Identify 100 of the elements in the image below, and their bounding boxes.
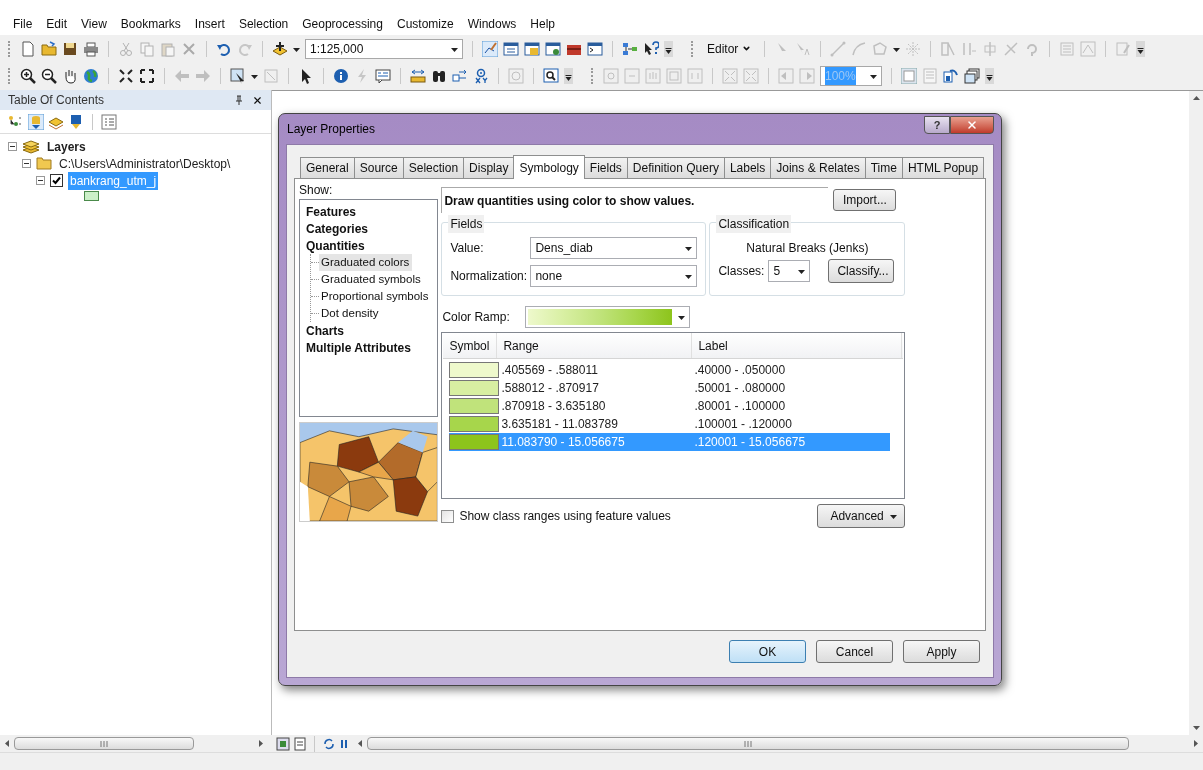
dialog-tab[interactable]: Source bbox=[353, 157, 404, 178]
dialog-button[interactable]: OK bbox=[729, 640, 806, 663]
dialog-tab[interactable]: Symbology bbox=[513, 155, 585, 179]
edit-line-icon[interactable] bbox=[482, 40, 498, 57]
dialog-tab[interactable]: Display bbox=[463, 157, 515, 178]
hand-icon[interactable] bbox=[62, 68, 78, 84]
globe-icon[interactable] bbox=[83, 68, 99, 84]
color-ramp-dropdown[interactable] bbox=[525, 305, 691, 328]
zoom-out-icon[interactable] bbox=[41, 68, 57, 84]
overflow-icon[interactable] bbox=[664, 40, 673, 57]
options-icon[interactable] bbox=[101, 113, 117, 130]
collapse-icon[interactable] bbox=[8, 142, 17, 151]
model-icon[interactable] bbox=[622, 40, 638, 57]
overflow-icon[interactable] bbox=[564, 68, 573, 84]
classes-dropdown[interactable]: 5 bbox=[768, 260, 811, 282]
column-header[interactable]: Label bbox=[692, 333, 903, 358]
renderer-category[interactable]: Charts bbox=[306, 322, 432, 339]
dialog-tab[interactable]: Definition Query bbox=[626, 157, 725, 178]
folder-icon[interactable] bbox=[41, 40, 57, 57]
dialog-tab[interactable]: Selection bbox=[402, 157, 465, 178]
target-icon[interactable] bbox=[473, 68, 489, 84]
class-symbol[interactable] bbox=[449, 380, 500, 396]
menu-item[interactable]: Help bbox=[523, 14, 563, 33]
menu-item[interactable]: Insert bbox=[187, 14, 232, 33]
menu-item[interactable]: File bbox=[0, 14, 40, 33]
renderer-category[interactable]: Features bbox=[306, 203, 432, 220]
print-icon[interactable] bbox=[83, 40, 99, 57]
menu-item[interactable]: Edit bbox=[39, 14, 75, 33]
menu-item[interactable]: View bbox=[74, 14, 114, 33]
dialog-tab[interactable]: Joins & Relates bbox=[770, 157, 866, 178]
column-header[interactable]: Symbol bbox=[443, 333, 498, 358]
data-frame-label[interactable]: Layers bbox=[45, 137, 88, 156]
class-row[interactable]: .870918 - 3.635180 .80001 - .100000 bbox=[449, 397, 891, 415]
renderer-option[interactable]: Dot density bbox=[319, 304, 382, 323]
arrows-inward-icon[interactable] bbox=[118, 68, 134, 84]
class-row[interactable]: .405569 - .588011 .40000 - .050000 bbox=[449, 361, 891, 379]
renderer-option[interactable]: Proportional symbols bbox=[319, 287, 432, 306]
scroll-thumb[interactable] bbox=[14, 737, 194, 750]
data-view-icon[interactable] bbox=[276, 735, 290, 752]
collapse-icon[interactable] bbox=[22, 159, 31, 168]
dialog-tab[interactable]: HTML Popup bbox=[901, 157, 985, 178]
change-layout-icon[interactable] bbox=[943, 68, 959, 84]
dialog-tab[interactable]: Labels bbox=[723, 157, 772, 178]
overflow-icon[interactable] bbox=[1136, 40, 1146, 57]
arrows-outward-icon[interactable] bbox=[139, 68, 155, 84]
add-data-icon[interactable] bbox=[272, 40, 288, 57]
catalog-icon[interactable] bbox=[524, 40, 540, 57]
value-dropdown[interactable]: Dens_diab bbox=[530, 236, 698, 259]
binoculars-icon[interactable] bbox=[431, 68, 447, 84]
dialog-tab[interactable]: General bbox=[300, 157, 355, 178]
column-header[interactable]: Range bbox=[497, 333, 693, 358]
folder-path[interactable]: C:\Users\Administrator\Desktop\ bbox=[57, 154, 233, 173]
advanced-button[interactable]: Advanced bbox=[817, 504, 906, 528]
help-button[interactable]: ? bbox=[924, 116, 950, 134]
renderer-option[interactable]: Graduated symbols bbox=[319, 270, 424, 289]
toggle-draft-icon[interactable] bbox=[901, 68, 917, 84]
search-window-icon[interactable] bbox=[545, 40, 561, 57]
layout-view-icon[interactable] bbox=[294, 735, 306, 752]
renderer-category[interactable]: Multiple Attributes bbox=[306, 339, 432, 356]
renderer-category[interactable]: Categories bbox=[306, 220, 432, 237]
menu-item[interactable]: Customize bbox=[389, 14, 461, 33]
editor-menu[interactable]: Editor bbox=[703, 39, 756, 58]
save-icon[interactable] bbox=[62, 40, 78, 57]
import-button[interactable]: Import... bbox=[833, 189, 897, 211]
window-icon[interactable] bbox=[503, 40, 519, 57]
class-row[interactable]: 3.635181 - 11.083789 .100001 - .120000 bbox=[449, 415, 891, 433]
info-icon[interactable] bbox=[333, 68, 349, 84]
menu-item[interactable]: Geoprocessing bbox=[295, 14, 390, 33]
route-icon[interactable] bbox=[452, 68, 468, 84]
whats-this-icon[interactable] bbox=[643, 40, 659, 57]
map-scale-field[interactable]: 1:125,000 bbox=[305, 38, 463, 59]
normalization-dropdown[interactable]: none bbox=[530, 264, 698, 287]
measure-icon[interactable] bbox=[410, 68, 426, 84]
scroll-thumb[interactable] bbox=[367, 737, 1129, 750]
select-features-icon[interactable] bbox=[230, 68, 246, 84]
collapse-icon[interactable] bbox=[36, 176, 45, 185]
classify-button[interactable]: Classify... bbox=[828, 259, 895, 283]
layer-checkbox[interactable] bbox=[50, 174, 63, 187]
menu-item[interactable]: Bookmarks bbox=[113, 14, 188, 33]
zoom-in-icon[interactable] bbox=[20, 68, 36, 84]
menu-item[interactable]: Windows bbox=[460, 14, 524, 33]
magnifier-window-icon[interactable] bbox=[543, 68, 559, 84]
close-button[interactable] bbox=[950, 116, 994, 134]
renderer-option[interactable]: Graduated colors bbox=[319, 253, 413, 272]
dialog-tab[interactable]: Fields bbox=[583, 157, 628, 178]
pin-icon[interactable] bbox=[234, 95, 244, 105]
terminal-icon[interactable] bbox=[587, 40, 603, 57]
menu-item[interactable]: Selection bbox=[231, 14, 296, 33]
overflow-icon[interactable] bbox=[985, 68, 994, 84]
dialog-button[interactable]: Cancel bbox=[816, 640, 893, 663]
list-by-source-icon[interactable] bbox=[28, 113, 44, 130]
close-icon[interactable] bbox=[252, 94, 263, 106]
popup-icon[interactable] bbox=[375, 68, 391, 84]
new-document-icon[interactable] bbox=[20, 40, 36, 57]
class-symbol[interactable] bbox=[449, 416, 500, 432]
dialog-button[interactable]: Apply bbox=[903, 640, 980, 663]
class-symbol[interactable] bbox=[449, 398, 500, 414]
renderer-category[interactable]: Quantities bbox=[306, 237, 432, 254]
vertical-scrollbar[interactable] bbox=[1189, 91, 1203, 735]
class-symbol[interactable] bbox=[449, 362, 500, 378]
